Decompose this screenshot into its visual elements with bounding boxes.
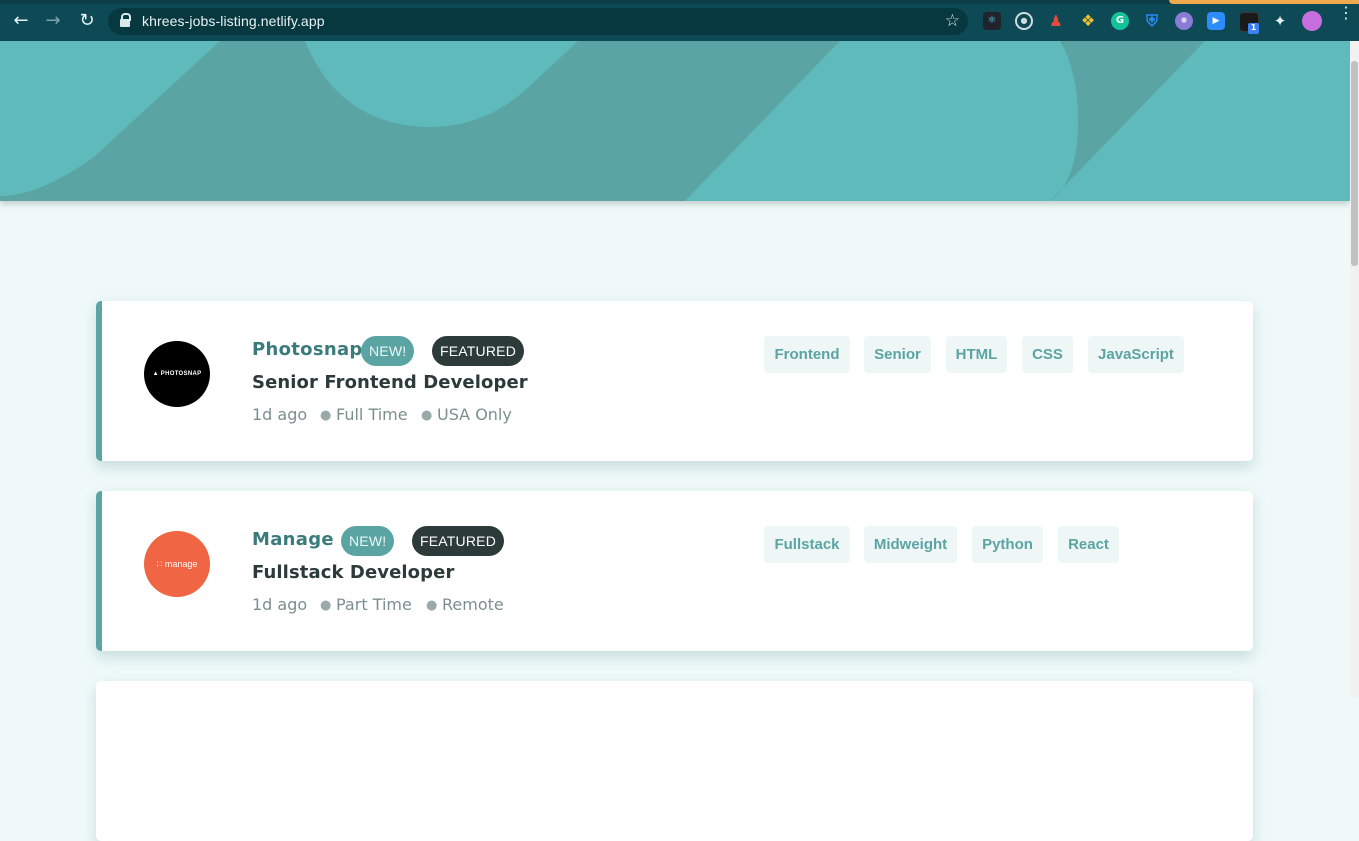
contract-type: Full Time [336, 405, 408, 424]
company-name: Photosnap [252, 339, 363, 360]
profile-avatar[interactable] [1302, 11, 1322, 31]
tag-html[interactable]: HTML [946, 336, 1007, 373]
new-badge: NEW! [361, 336, 415, 366]
tag-senior[interactable]: Senior [864, 336, 931, 373]
tag-fullstack[interactable]: Fullstack [764, 526, 850, 563]
reload-icon[interactable]: ↻ [76, 10, 98, 32]
puzzle-icon[interactable]: ✦ [1271, 12, 1289, 30]
browser-menu-icon[interactable]: ⋮ [1338, 5, 1354, 21]
banner-pattern [0, 41, 1205, 201]
company-logo: ▲ PHOTOSNAP [144, 341, 210, 407]
scrollbar-thumb[interactable] [1351, 61, 1358, 266]
job-location: Remote [442, 595, 504, 614]
forward-arrow-icon[interactable]: → [42, 10, 64, 32]
job-location: USA Only [437, 405, 512, 424]
posted-at: 1d ago [252, 405, 308, 424]
tag-python[interactable]: Python [972, 526, 1043, 563]
new-badge: NEW! [341, 526, 395, 556]
job-position[interactable]: Senior Frontend Developer [252, 372, 528, 393]
person-icon[interactable]: ♟ [1047, 12, 1065, 30]
separator-dot: ● [320, 408, 332, 423]
circle-target-icon[interactable]: ● [1015, 12, 1033, 30]
job-card-photosnap: ▲ PHOTOSNAP Photosnap NEW! FEATURED Seni… [96, 301, 1253, 461]
company-logo: ∷ manage [144, 531, 210, 597]
bookmark-star-icon[interactable]: ☆ [945, 11, 960, 31]
grammarly-icon[interactable]: G [1111, 12, 1129, 30]
tag-react[interactable]: React [1058, 526, 1119, 563]
lock-icon[interactable] [120, 13, 131, 29]
job-card-partial [96, 681, 1253, 841]
active-tab-edge[interactable] [1169, 0, 1359, 4]
url-text[interactable]: khrees-jobs-listing.netlify.app [142, 13, 325, 29]
company-logo-text: ∷ manage [156, 558, 198, 569]
separator-dot: ● [421, 408, 433, 423]
back-arrow-icon[interactable]: ← [10, 10, 32, 32]
job-card-manage: ∷ manage Manage NEW! FEATURED Fullstack … [96, 491, 1253, 651]
shield-icon[interactable]: ⛨ [1143, 12, 1161, 30]
featured-badge: FEATURED [432, 336, 525, 366]
color-picker-icon[interactable]: ❖ [1079, 12, 1097, 30]
contract-type: Part Time [336, 595, 412, 614]
tag-midweight[interactable]: Midweight [864, 526, 957, 563]
header-banner [0, 41, 1350, 201]
page-scrollbar[interactable] [1350, 41, 1359, 697]
tag-css[interactable]: CSS [1022, 336, 1073, 373]
featured-badge: FEATURED [412, 526, 505, 556]
address-bar[interactable]: khrees-jobs-listing.netlify.app ☆ [108, 8, 968, 35]
tag-frontend[interactable]: Frontend [764, 336, 850, 373]
zoom-icon[interactable]: ▶ [1207, 12, 1225, 30]
tab-strip-edge [0, 0, 1359, 4]
tag-javascript[interactable]: JavaScript [1088, 336, 1184, 373]
box-badge-icon[interactable]: 1 [1239, 12, 1259, 34]
company-name: Manage [252, 529, 334, 550]
separator-dot: ● [320, 598, 332, 613]
extension-count-badge: 1 [1248, 23, 1259, 34]
job-position[interactable]: Fullstack Developer [252, 562, 454, 583]
react-devtools-icon[interactable]: ⚛ [983, 12, 1001, 30]
separator-dot: ● [426, 598, 438, 613]
browser-toolbar: ← → ↻ khrees-jobs-listing.netlify.app ☆ … [0, 0, 1359, 41]
posted-at: 1d ago [252, 595, 308, 614]
brain-icon[interactable]: ❋ [1175, 12, 1193, 30]
company-logo-text: ▲ PHOTOSNAP [152, 371, 202, 377]
